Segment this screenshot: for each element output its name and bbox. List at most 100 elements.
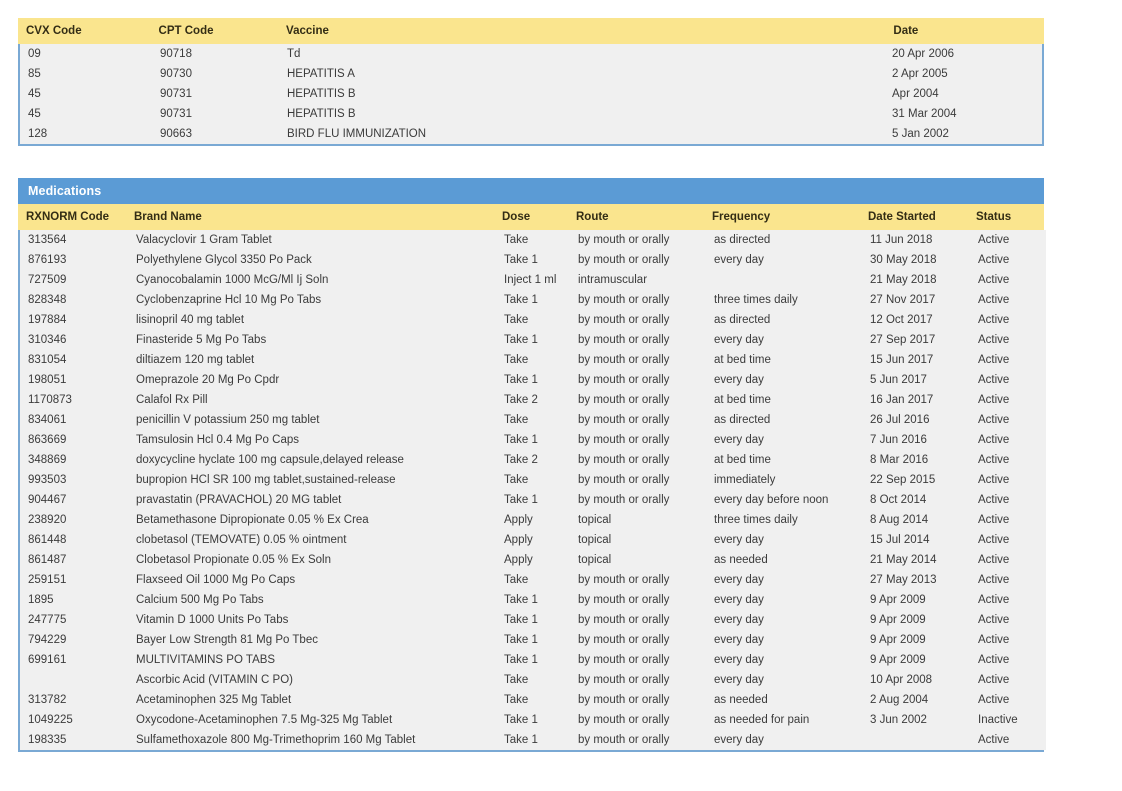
table-row[interactable]: 313782 Acetaminophen 325 Mg Tablet Take by … xyxy=(20,690,1046,710)
cell-rxnorm-code: 863669 xyxy=(28,433,67,446)
cell-route: by mouth or orally xyxy=(578,733,670,746)
medications-header-band: RXNORM Code Brand Name Dose Route Freque… xyxy=(18,204,1044,230)
cell-status: Active xyxy=(978,493,1010,506)
table-row[interactable]: 904467 pravastatin (PRAVACHOL) 20 MG tabl… xyxy=(20,490,1046,510)
cell-dose: Take 2 xyxy=(504,393,538,406)
table-row[interactable]: 1170873 Calafol Rx Pill Take 2 by mouth or … xyxy=(20,390,1046,410)
table-row[interactable]: 876193 Polyethylene Glycol 3350 Po Pack Ta… xyxy=(20,250,1046,270)
cell-brand-name: Bayer Low Strength 81 Mg Po Tbec xyxy=(136,633,318,646)
table-row[interactable]: Ascorbic Acid (VITAMIN C PO) Take by mouth… xyxy=(20,670,1046,690)
cell-dose: Take 2 xyxy=(504,453,538,466)
cell-status: Active xyxy=(978,473,1010,486)
cell-frequency: every day xyxy=(714,433,764,446)
table-row[interactable]: 198335 Sulfamethoxazole 800 Mg-Trimethopr… xyxy=(20,730,1046,750)
cell-frequency: at bed time xyxy=(714,393,771,406)
table-row[interactable]: 831054 diltiazem 120 mg tablet Take by mout… xyxy=(20,350,1046,370)
cell-dose: Take 1 xyxy=(504,333,538,346)
table-row[interactable]: 197884 lisinopril 40 mg tablet Take by mout… xyxy=(20,310,1046,330)
cell-route: topical xyxy=(578,533,612,546)
cell-brand-name: Tamsulosin Hcl 0.4 Mg Po Caps xyxy=(136,433,299,446)
cell-brand-name: Omeprazole 20 Mg Po Cpdr xyxy=(136,373,280,386)
table-row[interactable]: 834061 penicillin V potassium 250 mg tabl… xyxy=(20,410,1046,430)
table-row[interactable]: 727509 Cyanocobalamin 1000 McG/Ml Ij Soln… xyxy=(20,270,1046,290)
table-row[interactable]: 198051 Omeprazole 20 Mg Po Cpdr Take 1 by m… xyxy=(20,370,1046,390)
cell-route: intramuscular xyxy=(578,273,648,286)
cell-brand-name: Oxycodone-Acetaminophen 7.5 Mg-325 Mg Ta… xyxy=(136,713,393,726)
table-row[interactable]: 861448 clobetasol (TEMOVATE) 0.05 % ointm… xyxy=(20,530,1046,550)
cell-vaccine: HEPATITIS A xyxy=(287,67,355,80)
cell-frequency: every day xyxy=(714,573,764,586)
table-row[interactable]: 794229 Bayer Low Strength 81 Mg Po Tbec Ta… xyxy=(20,630,1046,650)
cell-frequency: every day xyxy=(714,633,764,646)
cell-frequency: as directed xyxy=(714,233,771,246)
table-row[interactable]: 247775 Vitamin D 1000 Units Po Tabs Take 1… xyxy=(20,610,1046,630)
cell-brand-name: Cyclobenzaprine Hcl 10 Mg Po Tabs xyxy=(136,293,322,306)
cell-date-started: 3 Jun 2002 xyxy=(870,713,927,726)
table-row[interactable]: 348869 doxycycline hyclate 100 mg capsule… xyxy=(20,450,1046,470)
table-row[interactable]: 310346 Finasteride 5 Mg Po Tabs Take 1 by m… xyxy=(20,330,1046,350)
cell-route: by mouth or orally xyxy=(578,253,670,266)
cell-frequency: every day xyxy=(714,673,764,686)
table-row[interactable]: 238920 Betamethasone Dipropionate 0.05 % … xyxy=(20,510,1046,530)
table-row[interactable]: 45 90731 HEPATITIS B Apr 2004 xyxy=(20,84,1042,104)
cell-frequency: as needed for pain xyxy=(714,713,810,726)
table-row[interactable]: 259151 Flaxseed Oil 1000 Mg Po Caps Take by… xyxy=(20,570,1046,590)
column-header-cpt-code[interactable]: CPT Code xyxy=(158,18,287,44)
cell-date-started: 27 Sep 2017 xyxy=(870,333,936,346)
cell-brand-name: bupropion HCl SR 100 mg tablet,sustained… xyxy=(136,473,396,486)
column-header-date[interactable]: Date xyxy=(893,18,1044,44)
medications-body-band: 313564 Valacyclovir 1 Gram Tablet Take by m… xyxy=(18,230,1046,752)
cell-status: Active xyxy=(978,693,1010,706)
cell-route: by mouth or orally xyxy=(578,713,670,726)
column-header-vaccine[interactable]: Vaccine xyxy=(286,18,894,44)
cell-route: topical xyxy=(578,513,612,526)
cell-frequency: every day xyxy=(714,733,764,746)
cell-status: Active xyxy=(978,433,1010,446)
cell-vaccine: HEPATITIS B xyxy=(287,107,356,120)
column-header-route[interactable]: Route xyxy=(576,204,712,230)
cell-frequency: immediately xyxy=(714,473,776,486)
column-header-date-started[interactable]: Date Started xyxy=(868,204,976,230)
column-header-frequency[interactable]: Frequency xyxy=(712,204,868,230)
table-row[interactable]: 128 90663 BIRD FLU IMMUNIZATION 5 Jan 2002 xyxy=(20,124,1042,144)
table-row[interactable]: 09 90718 Td 20 Apr 2006 xyxy=(20,44,1042,64)
cell-date-started: 15 Jul 2014 xyxy=(870,533,930,546)
table-row[interactable]: 313564 Valacyclovir 1 Gram Tablet Take by m… xyxy=(20,230,1046,250)
cell-status: Active xyxy=(978,653,1010,666)
cell-status: Active xyxy=(978,393,1010,406)
table-row[interactable]: 45 90731 HEPATITIS B 31 Mar 2004 xyxy=(20,104,1042,124)
cell-brand-name: MULTIVITAMINS PO TABS xyxy=(136,653,276,666)
cell-date-started: 9 Apr 2009 xyxy=(870,593,926,606)
cell-frequency: at bed time xyxy=(714,453,771,466)
table-row[interactable]: 1895 Calcium 500 Mg Po Tabs Take 1 by mouth… xyxy=(20,590,1046,610)
cell-date-started: 30 May 2018 xyxy=(870,253,937,266)
cell-status: Active xyxy=(978,413,1010,426)
cell-date: 31 Mar 2004 xyxy=(892,107,957,120)
table-row[interactable]: 863669 Tamsulosin Hcl 0.4 Mg Po Caps Take … xyxy=(20,430,1046,450)
table-row[interactable]: 993503 bupropion HCl SR 100 mg tablet,sus… xyxy=(20,470,1046,490)
cell-date-started: 11 Jun 2018 xyxy=(870,233,933,246)
column-header-status[interactable]: Status xyxy=(976,204,1044,230)
table-row[interactable]: 699161 MULTIVITAMINS PO TABS Take 1 by mout… xyxy=(20,650,1046,670)
table-row[interactable]: 828348 Cyclobenzaprine Hcl 10 Mg Po Tabs T… xyxy=(20,290,1046,310)
cell-dose: Take 1 xyxy=(504,613,538,626)
column-header-dose[interactable]: Dose xyxy=(502,204,576,230)
cell-date-started: 7 Jun 2016 xyxy=(870,433,927,446)
table-row[interactable]: 85 90730 HEPATITIS A 2 Apr 2005 xyxy=(20,64,1042,84)
cell-cvx-code: 128 xyxy=(28,127,48,140)
cell-date-started: 15 Jun 2017 xyxy=(870,353,934,366)
cell-date-started: 9 Apr 2009 xyxy=(870,613,926,626)
column-header-brand-name[interactable]: Brand Name xyxy=(134,204,502,230)
cell-status: Active xyxy=(978,333,1010,346)
column-header-cvx-code[interactable]: CVX Code xyxy=(18,18,159,44)
column-header-rxnorm-code[interactable]: RXNORM Code xyxy=(18,204,134,230)
table-row[interactable]: 1049225 Oxycodone-Acetaminophen 7.5 Mg-32… xyxy=(20,710,1046,730)
cell-route: by mouth or orally xyxy=(578,433,670,446)
cell-date-started: 21 May 2018 xyxy=(870,273,937,286)
cell-frequency: every day xyxy=(714,253,764,266)
table-row[interactable]: 861487 Clobetasol Propionate 0.05 % Ex So… xyxy=(20,550,1046,570)
cell-rxnorm-code: 831054 xyxy=(28,353,67,366)
cell-route: by mouth or orally xyxy=(578,333,670,346)
cell-brand-name: penicillin V potassium 250 mg tablet xyxy=(136,413,320,426)
cell-route: topical xyxy=(578,553,612,566)
